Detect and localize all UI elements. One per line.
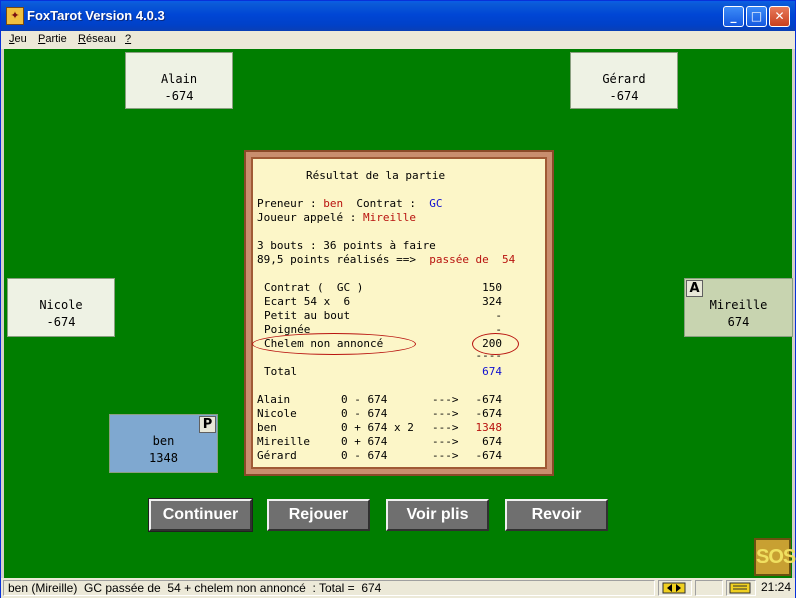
player-name: Gérard: [602, 72, 646, 86]
menu-bar: Jeu Partie Réseau ?: [1, 31, 795, 49]
called-partner-badge: A: [686, 280, 703, 297]
score-arrow: --->: [432, 407, 459, 420]
network-arrows-icon: [662, 582, 686, 594]
line-value: -: [495, 309, 502, 322]
sos-help-button[interactable]: SOS: [754, 538, 796, 576]
total-separator: ----: [475, 349, 503, 362]
score-calc: 0 + 674 x 2: [341, 421, 414, 434]
player-plate-gerard: Gérard -674: [570, 52, 678, 109]
score-value: -674: [475, 407, 503, 420]
player-plate-nicole: Nicole -674: [7, 278, 115, 337]
keyboard-icon: [729, 582, 751, 594]
line-label: Contrat ( GC ): [264, 281, 364, 294]
score-calc: 0 - 674: [341, 407, 388, 420]
menu-help[interactable]: ?: [125, 33, 131, 45]
score-arrow: --->: [432, 449, 459, 462]
taker-name: ben: [323, 197, 344, 210]
menu-reseau-rest: éseau: [85, 33, 116, 45]
score-value: 674: [482, 435, 502, 448]
result-panel: Résultat de la partie Preneur : ben Cont…: [251, 157, 547, 469]
score-arrow: --->: [432, 393, 459, 406]
player-plate-mireille: A Mireille 674: [684, 278, 793, 337]
continuer-button[interactable]: Continuer: [148, 498, 253, 532]
taker-line: Preneur : ben Contrat : GC: [257, 197, 442, 210]
status-text: ben (Mireille) GC passée de 54 + chelem …: [8, 581, 382, 595]
menu-jeu-rest: eu: [14, 33, 27, 45]
player-name: ben: [152, 434, 175, 448]
taker-label: Preneur :: [257, 197, 317, 210]
score-name: Alain: [257, 393, 291, 406]
called-label: Joueur appelé :: [257, 211, 357, 224]
total-value: 674: [482, 365, 502, 378]
menu-jeu[interactable]: Jeu: [9, 33, 27, 45]
points-line: 89,5 points réalisés ==> passée de 54: [257, 253, 515, 266]
menu-partie-rest: artie: [45, 33, 67, 45]
contract-value: GC: [429, 197, 443, 210]
points-passed: passée de 54: [429, 253, 516, 266]
menu-reseau-accel: R: [78, 33, 86, 45]
player-name: Mireille: [709, 298, 768, 312]
window-title: FoxTarot Version 4.0.3: [27, 8, 165, 23]
called-line: Joueur appelé : Mireille: [257, 211, 416, 224]
app-window: ✦ FoxTarot Version 4.0.3 _ □ ✕ Jeu Parti…: [0, 0, 796, 598]
rejouer-button[interactable]: Rejouer: [267, 499, 370, 531]
status-bar: ben (Mireille) GC passée de 54 + chelem …: [1, 578, 795, 598]
bouts-line: 3 bouts : 36 points à faire: [257, 239, 436, 252]
line-value: 150: [482, 281, 502, 294]
player-name: Alain: [160, 72, 198, 86]
line-label: Petit au bout: [264, 309, 351, 322]
title-bar[interactable]: ✦ FoxTarot Version 4.0.3 _ □ ✕: [1, 1, 795, 31]
score-name: Gérard: [257, 449, 297, 462]
keyboard-pane: [726, 580, 756, 596]
score-calc: 0 - 674: [341, 393, 388, 406]
chelem-highlight: [252, 333, 416, 355]
menu-partie[interactable]: Partie: [38, 33, 67, 45]
fox-app-icon[interactable]: ✦: [6, 7, 24, 25]
score-value: -674: [475, 393, 503, 406]
game-table: Alain -674 Gérard -674 Nicole -674 A Mir…: [4, 49, 796, 578]
result-dialog: Résultat de la partie Preneur : ben Cont…: [244, 150, 554, 476]
player-name: Nicole: [39, 298, 83, 312]
voir-plis-button[interactable]: Voir plis: [386, 499, 489, 531]
close-button[interactable]: ✕: [769, 6, 790, 27]
points-made: 89,5 points réalisés ==>: [257, 253, 416, 266]
status-message-pane: ben (Mireille) GC passée de 54 + chelem …: [3, 580, 655, 596]
score-calc: 0 + 674: [341, 435, 388, 448]
empty-pane: [695, 580, 723, 596]
score-calc: 0 - 674: [341, 449, 388, 462]
player-score: -674: [609, 89, 639, 103]
score-value: -674: [475, 449, 503, 462]
network-pane: [658, 580, 692, 596]
score-name: ben: [257, 421, 277, 434]
menu-help-accel: ?: [125, 33, 132, 45]
player-score: -674: [46, 315, 76, 329]
line-label: Ecart 54 x 6: [264, 295, 351, 308]
score-value: 1348: [475, 421, 503, 434]
called-name: Mireille: [362, 211, 416, 224]
menu-reseau[interactable]: Réseau: [78, 33, 116, 45]
maximize-button[interactable]: □: [746, 6, 767, 27]
player-score: 674: [727, 315, 750, 329]
total-label: Total: [264, 365, 298, 378]
revoir-button[interactable]: Revoir: [505, 499, 608, 531]
line-value: 324: [482, 295, 502, 308]
player-score: -674: [164, 89, 194, 103]
score-name: Nicole: [257, 407, 297, 420]
score-name: Mireille: [257, 435, 310, 448]
taker-badge: P: [199, 416, 216, 433]
player-plate-ben: P ben 1348: [109, 414, 218, 473]
player-plate-alain: Alain -674: [125, 52, 233, 109]
minimize-button[interactable]: _: [723, 6, 744, 27]
clock: 21:24: [761, 580, 792, 594]
player-score: 1348: [149, 451, 178, 465]
contract-label: Contrat :: [356, 197, 416, 210]
score-arrow: --->: [432, 421, 459, 434]
score-arrow: --->: [432, 435, 459, 448]
result-title: Résultat de la partie: [306, 169, 446, 182]
